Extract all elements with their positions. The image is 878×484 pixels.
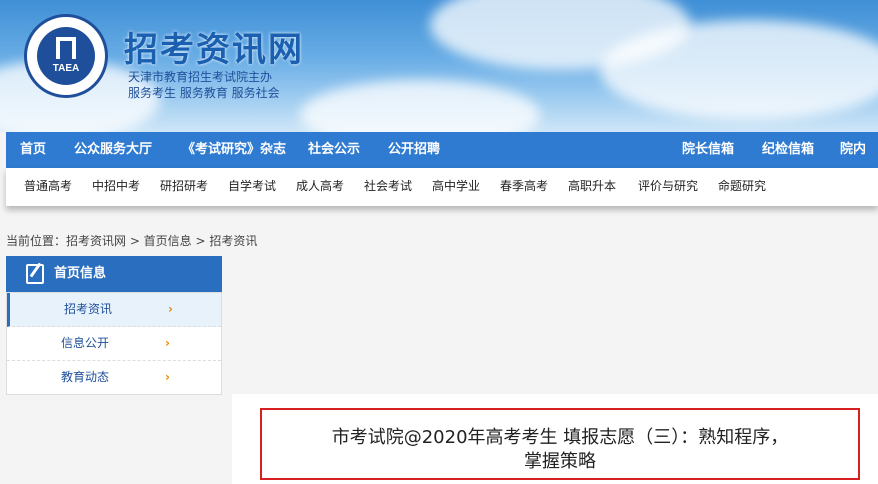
sidebar-item-label: 招考资讯 xyxy=(64,302,113,316)
sidebar-item-label: 信息公开 xyxy=(61,336,110,350)
sub-nav-item[interactable]: 高中学业 xyxy=(432,168,480,204)
sidebar-item-info-disclosure[interactable]: 信息公开 › xyxy=(7,327,221,361)
cloud-decoration xyxy=(600,20,878,120)
sub-nav-item[interactable]: 评价与研究 xyxy=(638,168,698,204)
main-nav-home[interactable]: 首页 xyxy=(20,132,46,168)
sub-nav-item[interactable]: 春季高考 xyxy=(500,168,548,204)
breadcrumb: 当前位置：招考资讯网 > 首页信息 > 招考资讯 xyxy=(6,234,258,248)
site-subtitle-organizer: 天津市教育招生考试院主办 xyxy=(128,70,273,84)
logo-mark-icon xyxy=(56,37,76,59)
main-nav-journal[interactable]: 《考试研究》杂志 xyxy=(182,132,286,168)
article-title-line1: 市考试院@2020年高考考生 填报志愿（三）：熟知程序， xyxy=(331,427,789,448)
sub-nav-item[interactable]: 高职升本 xyxy=(568,168,616,204)
sub-nav-item[interactable]: 成人高考 xyxy=(296,168,344,204)
logo-text: TAEA xyxy=(52,63,80,74)
main-nav-public-service[interactable]: 公众服务大厅 xyxy=(74,132,152,168)
main-nav-recruitment[interactable]: 公开招聘 xyxy=(388,132,440,168)
sub-nav-item[interactable]: 命题研究 xyxy=(718,168,766,204)
article-title-line2: 掌握策略 xyxy=(524,451,596,472)
site-logo[interactable]: TAEA xyxy=(24,14,108,98)
main-nav: 首页 公众服务大厅 《考试研究》杂志 社会公示 公开招聘 院长信箱 纪检信箱 院… xyxy=(6,132,878,193)
sidebar-menu: 招考资讯 › 信息公开 › 教育动态 › xyxy=(6,292,222,395)
sub-nav: 普通高考 中招中考 研招研考 自学考试 成人高考 社会考试 高中学业 春季高考 … xyxy=(6,168,878,206)
logo-emblem: TAEA xyxy=(37,27,95,85)
cloud-decoration xyxy=(300,80,540,132)
article-title-highlight: 市考试院@2020年高考考生 填报志愿（三）：熟知程序， 掌握策略 xyxy=(260,408,860,480)
sub-nav-item[interactable]: 研招研考 xyxy=(160,168,208,204)
sidebar-header: 首页信息 xyxy=(6,256,222,292)
sidebar-item-label: 教育动态 xyxy=(61,370,110,384)
article-title: 市考试院@2020年高考考生 填报志愿（三）：熟知程序， 掌握策略 xyxy=(262,426,858,474)
main-nav-discipline-mailbox[interactable]: 纪检信箱 xyxy=(762,132,814,168)
chevron-right-icon: › xyxy=(165,336,170,350)
chevron-right-icon: › xyxy=(168,302,173,316)
main-nav-president-mailbox[interactable]: 院长信箱 xyxy=(682,132,734,168)
sub-nav-item[interactable]: 普通高考 xyxy=(24,168,72,204)
sub-nav-item[interactable]: 自学考试 xyxy=(228,168,276,204)
edit-note-icon xyxy=(26,264,44,284)
chevron-right-icon: › xyxy=(165,370,170,384)
header-banner: TAEA 招考资讯网 天津市教育招生考试院主办 服务考生 服务教育 服务社会 xyxy=(0,0,878,132)
main-nav-public-notice[interactable]: 社会公示 xyxy=(308,132,360,168)
site-subtitle-slogan: 服务考生 服务教育 服务社会 xyxy=(128,86,280,100)
sidebar-title: 首页信息 xyxy=(54,266,107,281)
site-title: 招考资讯网 xyxy=(124,30,304,70)
sub-nav-item[interactable]: 社会考试 xyxy=(364,168,412,204)
sub-nav-item[interactable]: 中招中考 xyxy=(92,168,140,204)
sidebar-item-admission-news[interactable]: 招考资讯 › xyxy=(7,293,221,327)
sidebar-item-education-news[interactable]: 教育动态 › xyxy=(7,361,221,394)
